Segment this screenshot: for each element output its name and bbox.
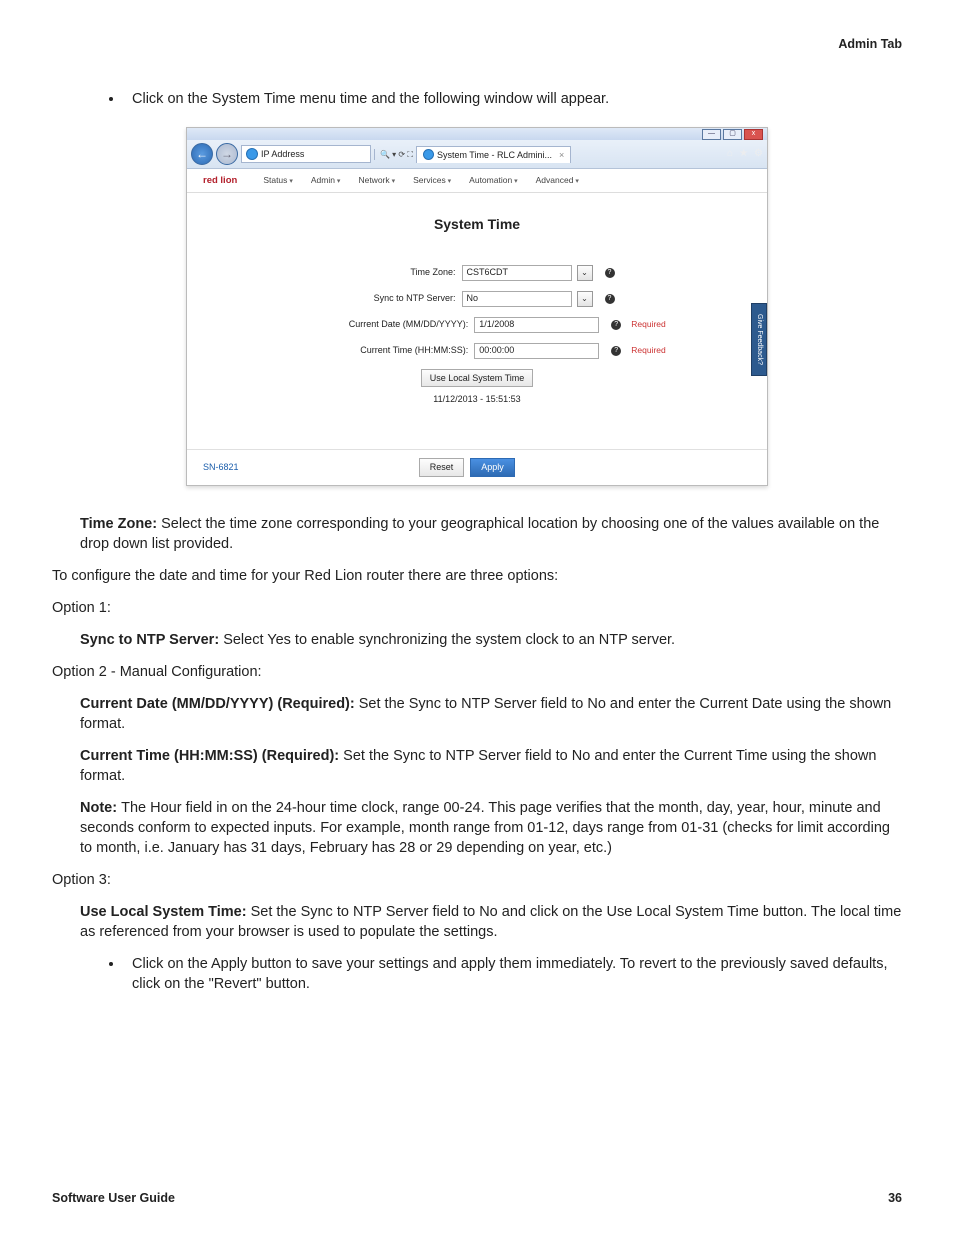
brand-logo: red lion	[203, 174, 237, 187]
page-footer: Software User Guide 36	[52, 1190, 902, 1207]
address-bar[interactable]: IP Address	[241, 145, 371, 163]
para-cfg-intro: To configure the date and time for your …	[52, 566, 902, 586]
label-time: Current Time (HH:MM:SS):	[288, 344, 468, 356]
para-note: Note: The Hour field in on the 24-hour t…	[80, 798, 902, 858]
reset-button[interactable]: Reset	[419, 458, 465, 476]
favorites-icon[interactable]: ★	[739, 147, 748, 161]
bold-note: Note:	[80, 800, 121, 816]
required-date: Required	[631, 319, 666, 331]
tab-close-icon[interactable]: ×	[559, 149, 564, 161]
input-date[interactable]: 1/1/2008	[474, 317, 599, 333]
help-time-icon[interactable]: ?	[611, 346, 621, 356]
bold-ntp: Sync to NTP Server:	[80, 632, 223, 648]
address-text: IP Address	[261, 148, 304, 160]
sn-link[interactable]: SN-6821	[203, 461, 239, 473]
nav-forward-button[interactable]: →	[216, 143, 238, 165]
intro-bullet: Click on the System Time menu time and t…	[124, 89, 902, 109]
input-time[interactable]: 00:00:00	[474, 343, 599, 359]
apply-bullet: Click on the Apply button to save your s…	[124, 954, 902, 994]
dropdown-ntp[interactable]: ⌄	[577, 291, 593, 307]
para-time: Current Time (HH:MM:SS) (Required): Set …	[80, 746, 902, 786]
app-menubar: red lion Status Admin Network Services A…	[187, 169, 767, 193]
menu-admin[interactable]: Admin	[311, 175, 341, 187]
apply-button[interactable]: Apply	[470, 458, 515, 476]
toolbar-icons: ⌂ ★ ⚙	[727, 147, 763, 161]
page-title: System Time	[207, 215, 747, 234]
label-date: Current Date (MM/DD/YYYY):	[288, 318, 468, 330]
window-min-button[interactable]: —	[702, 129, 721, 140]
menu-network[interactable]: Network	[358, 175, 395, 187]
row-timezone: Time Zone: CST6CDT ⌄ ?	[207, 265, 747, 281]
para-opt2: Option 2 - Manual Configuration:	[52, 662, 902, 682]
bold-local: Use Local System Time:	[80, 904, 251, 920]
menu-status[interactable]: Status	[263, 175, 293, 187]
intro-list: Click on the System Time menu time and t…	[52, 89, 902, 109]
bold-time: Current Time (HH:MM:SS) (Required):	[80, 748, 343, 764]
menu-services[interactable]: Services	[413, 175, 451, 187]
window-close-button[interactable]: x	[744, 129, 763, 140]
para-opt1: Option 1:	[52, 598, 902, 618]
use-local-time-button[interactable]: Use Local System Time	[421, 369, 534, 387]
footer-page-number: 36	[888, 1190, 902, 1207]
window-max-button[interactable]: ▢	[723, 129, 742, 140]
help-timezone-icon[interactable]: ?	[605, 268, 615, 278]
text-timezone: Select the time zone corresponding to yo…	[80, 516, 879, 552]
para-opt3: Option 3:	[52, 870, 902, 890]
screenshot-footer: SN-6821 Reset Apply	[187, 449, 767, 484]
bold-timezone: Time Zone:	[80, 516, 161, 532]
tab-ie-icon	[423, 149, 434, 160]
input-ntp[interactable]: No	[462, 291, 572, 307]
dropdown-timezone[interactable]: ⌄	[577, 265, 593, 281]
row-ntp: Sync to NTP Server: No ⌄ ?	[207, 291, 747, 307]
bold-date: Current Date (MM/DD/YYYY) (Required):	[80, 696, 359, 712]
screenshot-window: — ▢ x ← → IP Address 🔍 ▾ ⟳ ⛶ System Time…	[186, 127, 768, 486]
footer-left: Software User Guide	[52, 1190, 175, 1207]
menu-automation[interactable]: Automation	[469, 175, 517, 187]
section-header: Admin Tab	[52, 36, 902, 53]
address-row: ← → IP Address 🔍 ▾ ⟳ ⛶ System Time - RLC…	[187, 140, 767, 169]
para-timezone: Time Zone: Select the time zone correspo…	[80, 514, 902, 554]
para-ntp: Sync to NTP Server: Select Yes to enable…	[80, 630, 902, 650]
local-time-display: 11/12/2013 - 15:51:53	[207, 393, 747, 405]
page-area: Give Feedback? System Time Time Zone: CS…	[187, 193, 767, 449]
browser-tab[interactable]: System Time - RLC Admini... ×	[416, 146, 571, 163]
para-date: Current Date (MM/DD/YYYY) (Required): Se…	[80, 694, 902, 734]
help-date-icon[interactable]: ?	[611, 320, 621, 330]
apply-list: Click on the Apply button to save your s…	[52, 954, 902, 994]
help-ntp-icon[interactable]: ?	[605, 294, 615, 304]
nav-back-button[interactable]: ←	[191, 143, 213, 165]
text-note: The Hour field in on the 24-hour time cl…	[80, 800, 890, 856]
settings-icon[interactable]: ⚙	[754, 147, 763, 161]
para-local: Use Local System Time: Set the Sync to N…	[80, 902, 902, 942]
label-timezone: Time Zone:	[276, 266, 456, 278]
label-ntp: Sync to NTP Server:	[276, 292, 456, 304]
tab-title: System Time - RLC Admini...	[437, 149, 552, 161]
feedback-tab[interactable]: Give Feedback?	[751, 303, 767, 376]
search-tools: 🔍 ▾ ⟳ ⛶	[374, 149, 413, 160]
text-ntp: Select Yes to enable synchronizing the s…	[223, 632, 675, 648]
home-icon[interactable]: ⌂	[727, 147, 733, 161]
ie-icon	[246, 148, 258, 160]
input-timezone[interactable]: CST6CDT	[462, 265, 572, 281]
row-date: Current Date (MM/DD/YYYY): 1/1/2008 ? Re…	[207, 317, 747, 333]
menu-advanced[interactable]: Advanced	[536, 175, 579, 187]
window-titlebar: — ▢ x	[187, 128, 767, 140]
row-time: Current Time (HH:MM:SS): 00:00:00 ? Requ…	[207, 343, 747, 359]
required-time: Required	[631, 345, 666, 357]
